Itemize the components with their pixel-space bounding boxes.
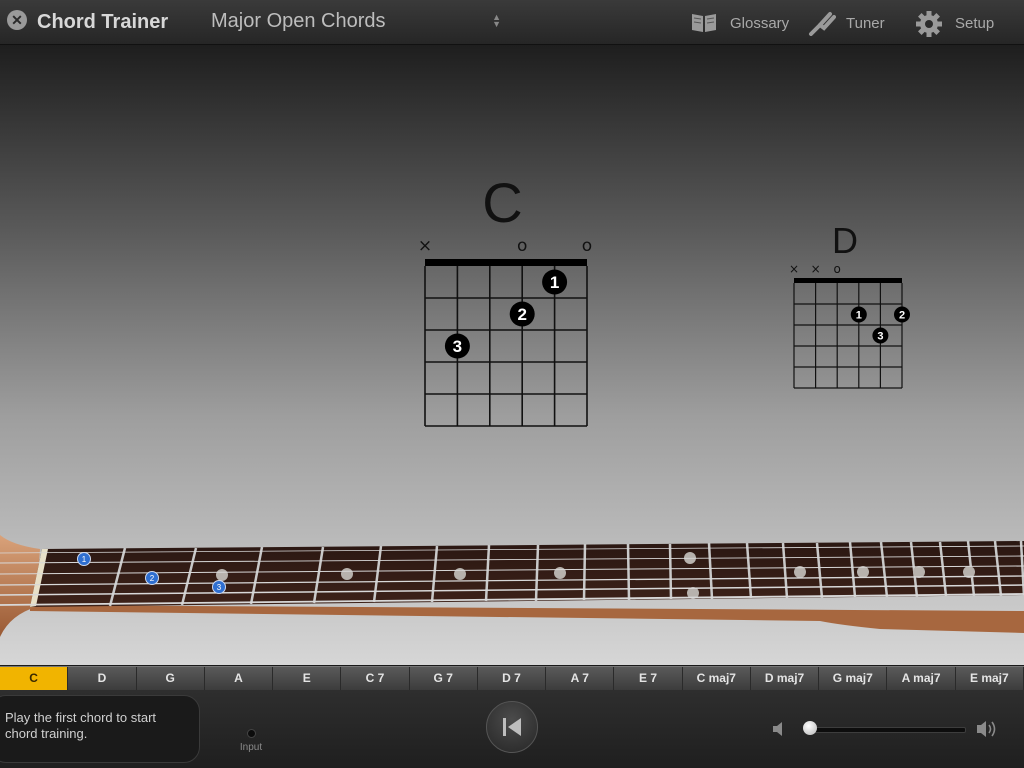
chord-tab[interactable]: D: [68, 667, 137, 690]
chord-tab[interactable]: G: [137, 667, 205, 690]
app-title: Chord Trainer: [37, 11, 169, 33]
finger-dot: 2: [509, 301, 535, 327]
svg-text:2: 2: [150, 574, 155, 583]
lesson-name: Major Open Chords: [211, 10, 386, 32]
fretboard-finger-dot: 2: [145, 571, 159, 585]
volume-slider[interactable]: [803, 721, 966, 735]
finger-dot: 1: [542, 269, 568, 295]
headstock: [0, 535, 40, 637]
chord-tab[interactable]: C 7: [341, 667, 410, 690]
open-string-marker: o: [517, 236, 527, 256]
neck-back: [30, 605, 1024, 633]
chord-tab[interactable]: D 7: [478, 667, 547, 690]
volume-slider-knob[interactable]: [803, 721, 817, 735]
tuning-fork-icon: [809, 12, 836, 36]
svg-text:3: 3: [453, 337, 462, 356]
svg-text:2: 2: [899, 309, 905, 321]
open-string-marker: o: [834, 262, 841, 276]
tuner-button[interactable]: Tuner: [808, 8, 893, 38]
svg-text:3: 3: [217, 583, 222, 592]
title-bar: ✕ Chord Trainer Major Open Chords ▲ ▼ Glo…: [0, 0, 1024, 45]
lesson-select[interactable]: Major Open Chords ▲ ▼: [205, 6, 505, 38]
open-string-marker: o: [582, 236, 592, 256]
finger-dot: 2: [894, 306, 910, 323]
close-icon[interactable]: ✕: [7, 10, 27, 30]
fretboard-finger-dot: 3: [212, 580, 226, 594]
rewind-button[interactable]: [486, 701, 538, 753]
volume-low-icon: [773, 722, 782, 736]
muted-string-marker: ×: [789, 262, 799, 276]
finger-dot: 1: [850, 306, 867, 323]
input-label: Input: [239, 742, 263, 753]
rewind-icon: [503, 718, 521, 736]
guitar-fretboard: 1 2 3: [0, 535, 1024, 637]
muted-string-marker: ×: [418, 236, 432, 256]
svg-text:3: 3: [877, 330, 883, 342]
nut: [425, 259, 587, 266]
next-chord-diagram: × × o 1 2 3: [789, 262, 910, 389]
chord-tab[interactable]: A 7: [546, 667, 615, 690]
chord-tab[interactable]: G 7: [410, 667, 478, 690]
muted-string-marker: ×: [811, 262, 821, 276]
chord-tab[interactable]: E maj7: [956, 667, 1024, 690]
fingerboard: [30, 541, 1024, 607]
next-chord-name: D: [832, 220, 858, 261]
finger-dot: 3: [872, 327, 889, 344]
svg-text:1: 1: [82, 555, 87, 564]
tuner-label: Tuner: [846, 15, 885, 32]
current-chord-name: C: [482, 171, 523, 234]
chord-stage: C D × o o 1 2 3 × × o 1 2 3 1 2 3: [0, 45, 1024, 665]
nut: [794, 278, 902, 283]
glossary-button[interactable]: Glossary: [690, 8, 795, 38]
volume-high-icon: [977, 721, 996, 737]
chord-tab[interactable]: C maj7: [683, 667, 751, 690]
chevron-updown-icon: ▲ ▼: [492, 12, 501, 29]
status-text: Play the first chord to start chord trai…: [5, 710, 157, 741]
svg-text:2: 2: [517, 305, 526, 324]
glossary-label: Glossary: [730, 15, 790, 32]
bottom-bar: Play the first chord to start chord trai…: [0, 690, 1024, 768]
chord-tab[interactable]: A maj7: [887, 667, 956, 690]
setup-label: Setup: [955, 15, 995, 32]
svg-text:1: 1: [550, 273, 559, 292]
finger-dot: 3: [444, 333, 470, 359]
chord-tab[interactable]: D maj7: [751, 667, 820, 690]
chord-tab[interactable]: E 7: [614, 667, 683, 690]
chord-tab[interactable]: G maj7: [819, 667, 888, 690]
setup-button[interactable]: Setup: [915, 8, 1005, 38]
chord-tab[interactable]: A: [205, 667, 274, 690]
chord-tab[interactable]: E: [273, 667, 342, 690]
input-level-indicator: [247, 729, 256, 738]
current-chord-diagram: × o o 1 2 3: [418, 236, 592, 427]
status-box: Play the first chord to start chord trai…: [0, 695, 200, 763]
fretboard-finger-dot: 1: [77, 552, 91, 566]
svg-text:1: 1: [856, 309, 862, 321]
gear-icon: [916, 11, 942, 37]
chord-tab-bar: CDGAEC 7G 7D 7A 7E 7C maj7 D maj7 G maj7 A …: [0, 666, 1024, 690]
book-icon: [692, 14, 716, 32]
chord-tab[interactable]: C: [0, 667, 69, 690]
